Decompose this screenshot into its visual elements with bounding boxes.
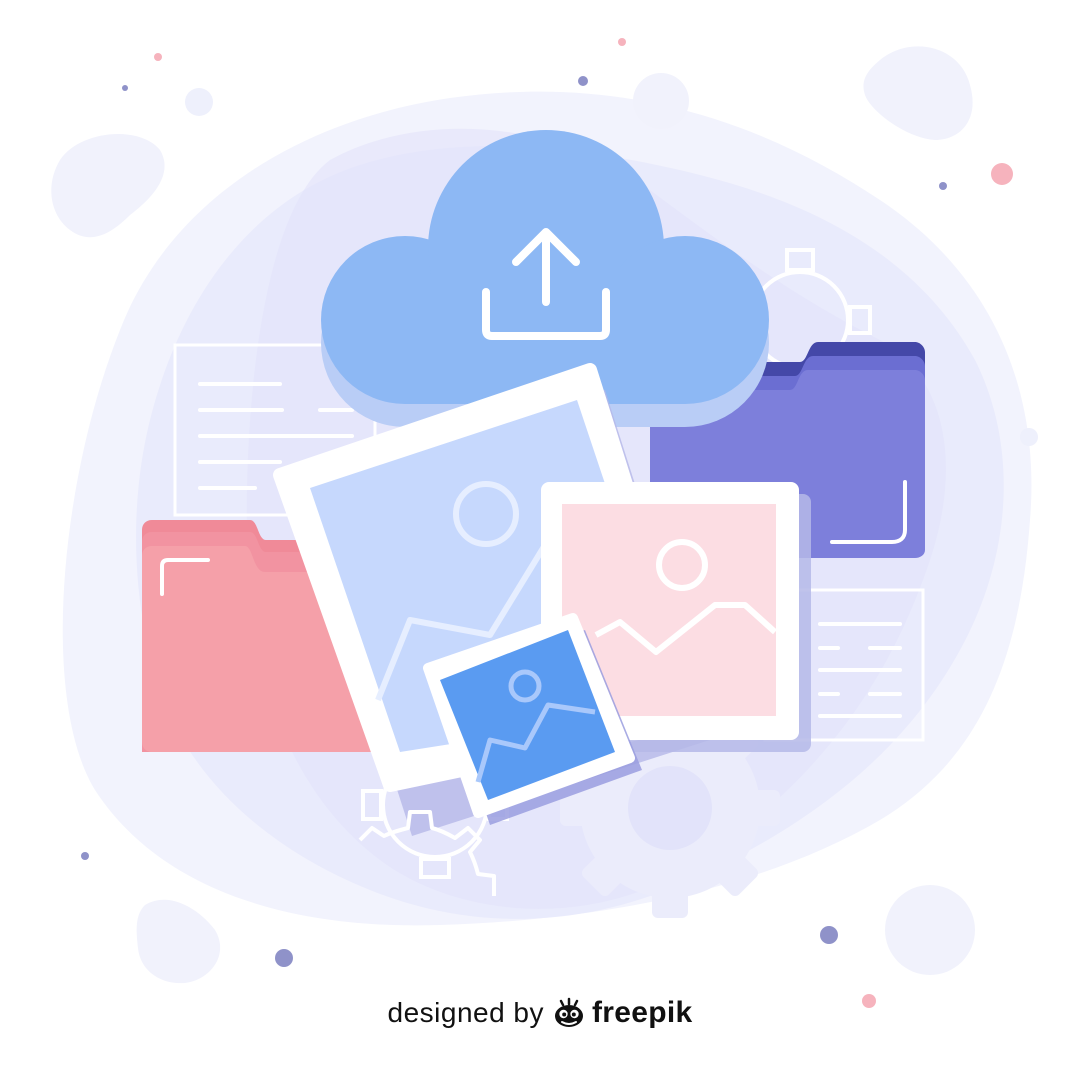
background-blob-bottomleft xyxy=(136,899,221,984)
dot-purple xyxy=(275,949,293,967)
dot-purple xyxy=(939,182,947,190)
background-blob-topleft xyxy=(51,133,165,238)
background-circle-top xyxy=(633,73,689,129)
background-circle-bottomright xyxy=(885,885,975,975)
background-blob-topright xyxy=(863,46,973,140)
dot-pink xyxy=(618,38,626,46)
illustration-stage xyxy=(0,0,1080,1080)
background-circle-right xyxy=(1020,428,1038,446)
background-circle-small xyxy=(185,88,213,116)
dot-pink xyxy=(991,163,1013,185)
dot-purple xyxy=(820,926,838,944)
dot-pink xyxy=(154,53,162,61)
dot-purple xyxy=(122,85,128,91)
freepik-logo-icon xyxy=(555,997,584,1027)
credit-prefix: designed by xyxy=(387,997,545,1028)
credit-brand: freepik xyxy=(592,996,693,1029)
dot-purple xyxy=(81,852,89,860)
illustration-canvas xyxy=(51,38,1038,1008)
freepik-credit: designed by freepik xyxy=(0,988,1080,1038)
dot-purple xyxy=(578,76,588,86)
